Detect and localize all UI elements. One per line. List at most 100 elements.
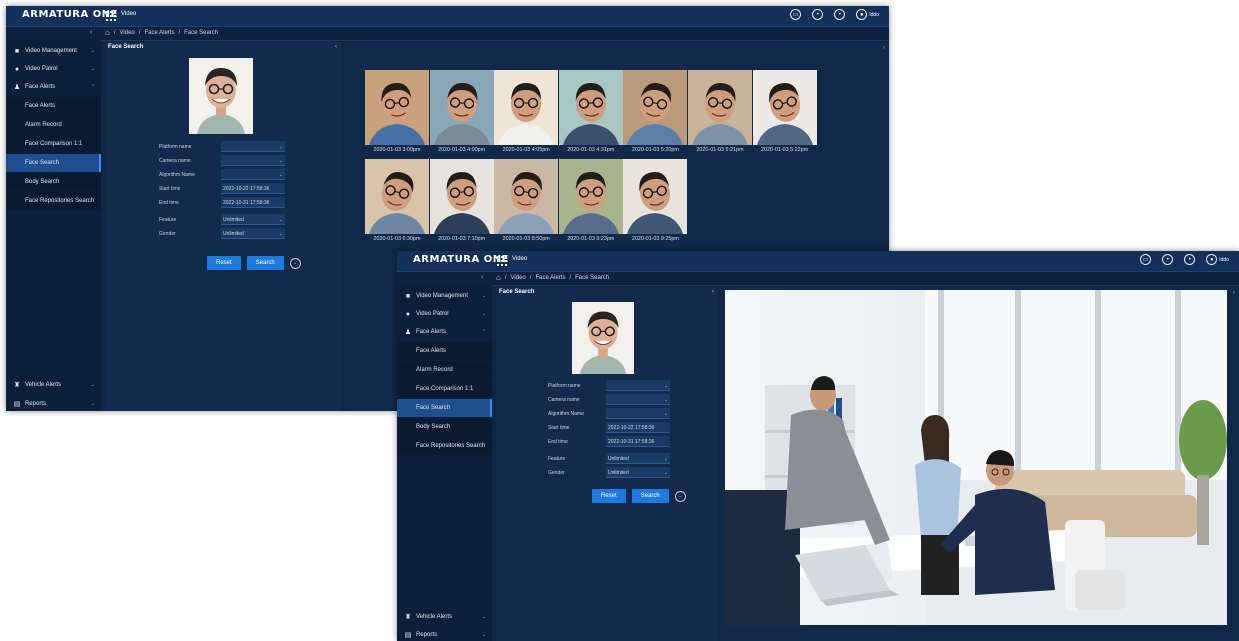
reset-button[interactable]: Reset (207, 256, 241, 270)
expand-panel-icon[interactable]: › (883, 45, 885, 51)
chevron-down-icon: ⌄ (278, 217, 283, 223)
breadcrumb-bar: ‹ ⌂ / Video / Face Alerts / Face Search (6, 27, 889, 41)
gender-select[interactable]: Unlimited ⌄ (606, 467, 670, 478)
search-button[interactable]: Search (246, 256, 284, 270)
notification-icon[interactable]: • (1184, 254, 1196, 265)
chevron-up-icon: ⌃ (90, 84, 95, 90)
camera-name-select[interactable]: ⌄ (221, 155, 285, 166)
result-thumbnail[interactable]: 2020-01-03 7:10pm (429, 159, 494, 242)
end-time-input[interactable]: 2022-10-31 17:58:36 (221, 197, 285, 208)
face-icon: ♟ (404, 329, 412, 336)
camera-name-select[interactable]: ⌄ (606, 394, 670, 405)
sidebar-subitem-face-comparison[interactable]: Face Comparison 1:1 (397, 380, 492, 398)
sidebar-subitem-face-search[interactable]: Face Search (6, 154, 101, 172)
sidebar-item-reports[interactable]: ▤ Reports ⌄ (397, 626, 492, 641)
result-thumbnail[interactable]: 2020-01-03 6:30pm (365, 159, 429, 242)
chevron-down-icon: ⌄ (278, 231, 283, 237)
notification-icon[interactable]: • (834, 9, 846, 20)
result-thumbnail[interactable]: 2020-01-03 5:20pm (623, 70, 688, 153)
start-time-input[interactable]: 2022-10-22 17:58:36 (221, 183, 285, 194)
breadcrumb-item[interactable]: Video (511, 275, 526, 281)
collapse-sidebar-icon[interactable]: ‹ (90, 29, 92, 36)
monitor-icon[interactable]: ▭ (790, 9, 802, 20)
home-icon[interactable]: ⌂ (496, 274, 501, 282)
result-thumbnail[interactable]: 2020-01-03 5:22pm (752, 70, 817, 153)
result-timestamp: 2020-01-03 3:00pm (373, 147, 421, 153)
sidebar-item-video-patrol[interactable]: ● Video Patrol ⌄ (6, 60, 101, 78)
query-face-photo[interactable] (189, 58, 253, 134)
gender-select[interactable]: Unlimited ⌄ (221, 228, 285, 239)
apps-grid-icon[interactable] (106, 11, 116, 21)
result-thumbnail[interactable]: 2020-01-03 9:25pm (623, 159, 688, 242)
sidebar-subitem-alarm-record[interactable]: Alarm Record (6, 116, 101, 134)
camera-icon: ■ (14, 47, 20, 55)
sidebar-subitem-face-repositories-search[interactable]: Face Repositories Search (6, 192, 101, 210)
collapse-sidebar-icon[interactable]: ‹ (481, 274, 483, 281)
sidebar-subitem-face-alerts[interactable]: Face Alerts (397, 342, 492, 360)
sidebar-subitem-body-search[interactable]: Body Search (6, 173, 101, 191)
result-face-image (365, 159, 429, 234)
algorithm-name-select[interactable]: ⌄ (606, 408, 670, 419)
result-thumbnail[interactable]: 2020-01-03 8:50pm (494, 159, 559, 242)
reset-button[interactable]: Reset (592, 489, 626, 503)
sidebar: ■ Video Management ⌄ ● Video Patrol ⌄ ♟ Face … (6, 40, 101, 411)
end-time-input[interactable]: 2022-10-31 17:58:36 (606, 436, 670, 447)
start-time-row: Start time 2022-10-22 17:58:36 (159, 182, 319, 196)
result-thumbnail[interactable]: 2020-01-03 4:31pm (558, 70, 623, 153)
chevron-down-icon: ⌄ (278, 172, 283, 178)
user-menu[interactable]: ● Iddo (1206, 254, 1229, 265)
monitor-icon[interactable]: ▭ (1140, 254, 1152, 265)
feature-select[interactable]: Unlimited ⌄ (221, 214, 285, 225)
user-menu[interactable]: ● Iddo (856, 9, 879, 20)
result-thumbnail[interactable]: 2020-01-03 4:00pm (429, 70, 494, 153)
query-face-photo[interactable] (572, 302, 634, 374)
sidebar-subitem-body-search[interactable]: Body Search (397, 418, 492, 436)
collapse-panel-icon[interactable]: ‹ (335, 44, 337, 50)
sidebar-item-video-patrol[interactable]: ● Video Patrol ⌄ (397, 305, 492, 323)
camera-name-row: Camera name ⌄ (548, 393, 708, 407)
result-thumbnail[interactable]: 2020-01-03 4:05pm (494, 70, 559, 153)
sidebar-subitem-face-comparison[interactable]: Face Comparison 1:1 (6, 135, 101, 153)
feature-row: Feature Unlimited ⌄ (159, 213, 319, 227)
scene-image[interactable] (725, 290, 1227, 625)
breadcrumb-item[interactable]: Video (120, 30, 135, 36)
sidebar-subitem-alarm-record[interactable]: Alarm Record (397, 361, 492, 379)
platform-name-row: Platform name ⌄ (159, 140, 319, 154)
sidebar-item-reports[interactable]: ▤ Reports ⌄ (6, 395, 101, 411)
breadcrumb-item[interactable]: Face Alerts (535, 275, 565, 281)
expand-options-icon[interactable]: ⌄ (289, 257, 301, 269)
result-thumbnail[interactable]: 2020-01-03 3:00pm (365, 70, 429, 153)
result-face-image (623, 159, 688, 234)
start-time-input[interactable]: 2022-10-22 17:58:36 (606, 422, 670, 433)
algorithm-name-select[interactable]: ⌄ (221, 169, 285, 180)
chevron-down-icon: ⌄ (278, 144, 283, 150)
platform-name-select[interactable]: ⌄ (221, 141, 285, 152)
sidebar-item-face-alerts[interactable]: ♟ Face Alerts ⌃ (6, 78, 101, 96)
bell-icon[interactable]: • (1162, 254, 1174, 265)
search-button[interactable]: Search (631, 489, 669, 503)
bell-icon[interactable]: • (812, 9, 824, 20)
expand-options-icon[interactable]: ⌄ (674, 490, 686, 502)
sidebar-item-video-management[interactable]: ■ Video Management ⌄ (6, 42, 101, 60)
home-icon[interactable]: ⌂ (105, 29, 110, 37)
sidebar-item-vehicle-alerts[interactable]: ♜ Vehicle Alerts ⌄ (6, 376, 101, 394)
chevron-down-icon: ⌄ (663, 411, 668, 417)
sidebar-item-video-management[interactable]: ■ Video Management ⌄ (397, 287, 492, 305)
sidebar-item-vehicle-alerts[interactable]: ♜ Vehicle Alerts ⌄ (397, 608, 492, 626)
algorithm-name-row: Algorithm Name ⌄ (159, 168, 319, 182)
result-timestamp: 2020-01-03 9:23pm (567, 236, 615, 242)
platform-name-select[interactable]: ⌄ (606, 380, 670, 391)
sidebar-subitem-face-search[interactable]: Face Search (397, 399, 492, 417)
user-name: Iddo (1219, 256, 1229, 263)
expand-panel-icon[interactable]: › (1233, 290, 1235, 296)
result-face-image (752, 70, 817, 145)
result-thumbnail[interactable]: 2020-01-03 9:23pm (558, 159, 623, 242)
feature-select[interactable]: Unlimited ⌄ (606, 453, 670, 464)
result-thumbnail[interactable]: 2020-01-03 5:21pm (687, 70, 752, 153)
breadcrumb-item[interactable]: Face Alerts (144, 30, 174, 36)
sidebar-item-face-alerts[interactable]: ♟ Face Alerts ⌃ (397, 323, 492, 341)
apps-grid-icon[interactable] (497, 256, 507, 266)
collapse-panel-icon[interactable]: ‹ (712, 289, 714, 295)
sidebar-subitem-face-repositories-search[interactable]: Face Repositories Search (397, 437, 492, 455)
sidebar-subitem-face-alerts[interactable]: Face Alerts (6, 97, 101, 115)
